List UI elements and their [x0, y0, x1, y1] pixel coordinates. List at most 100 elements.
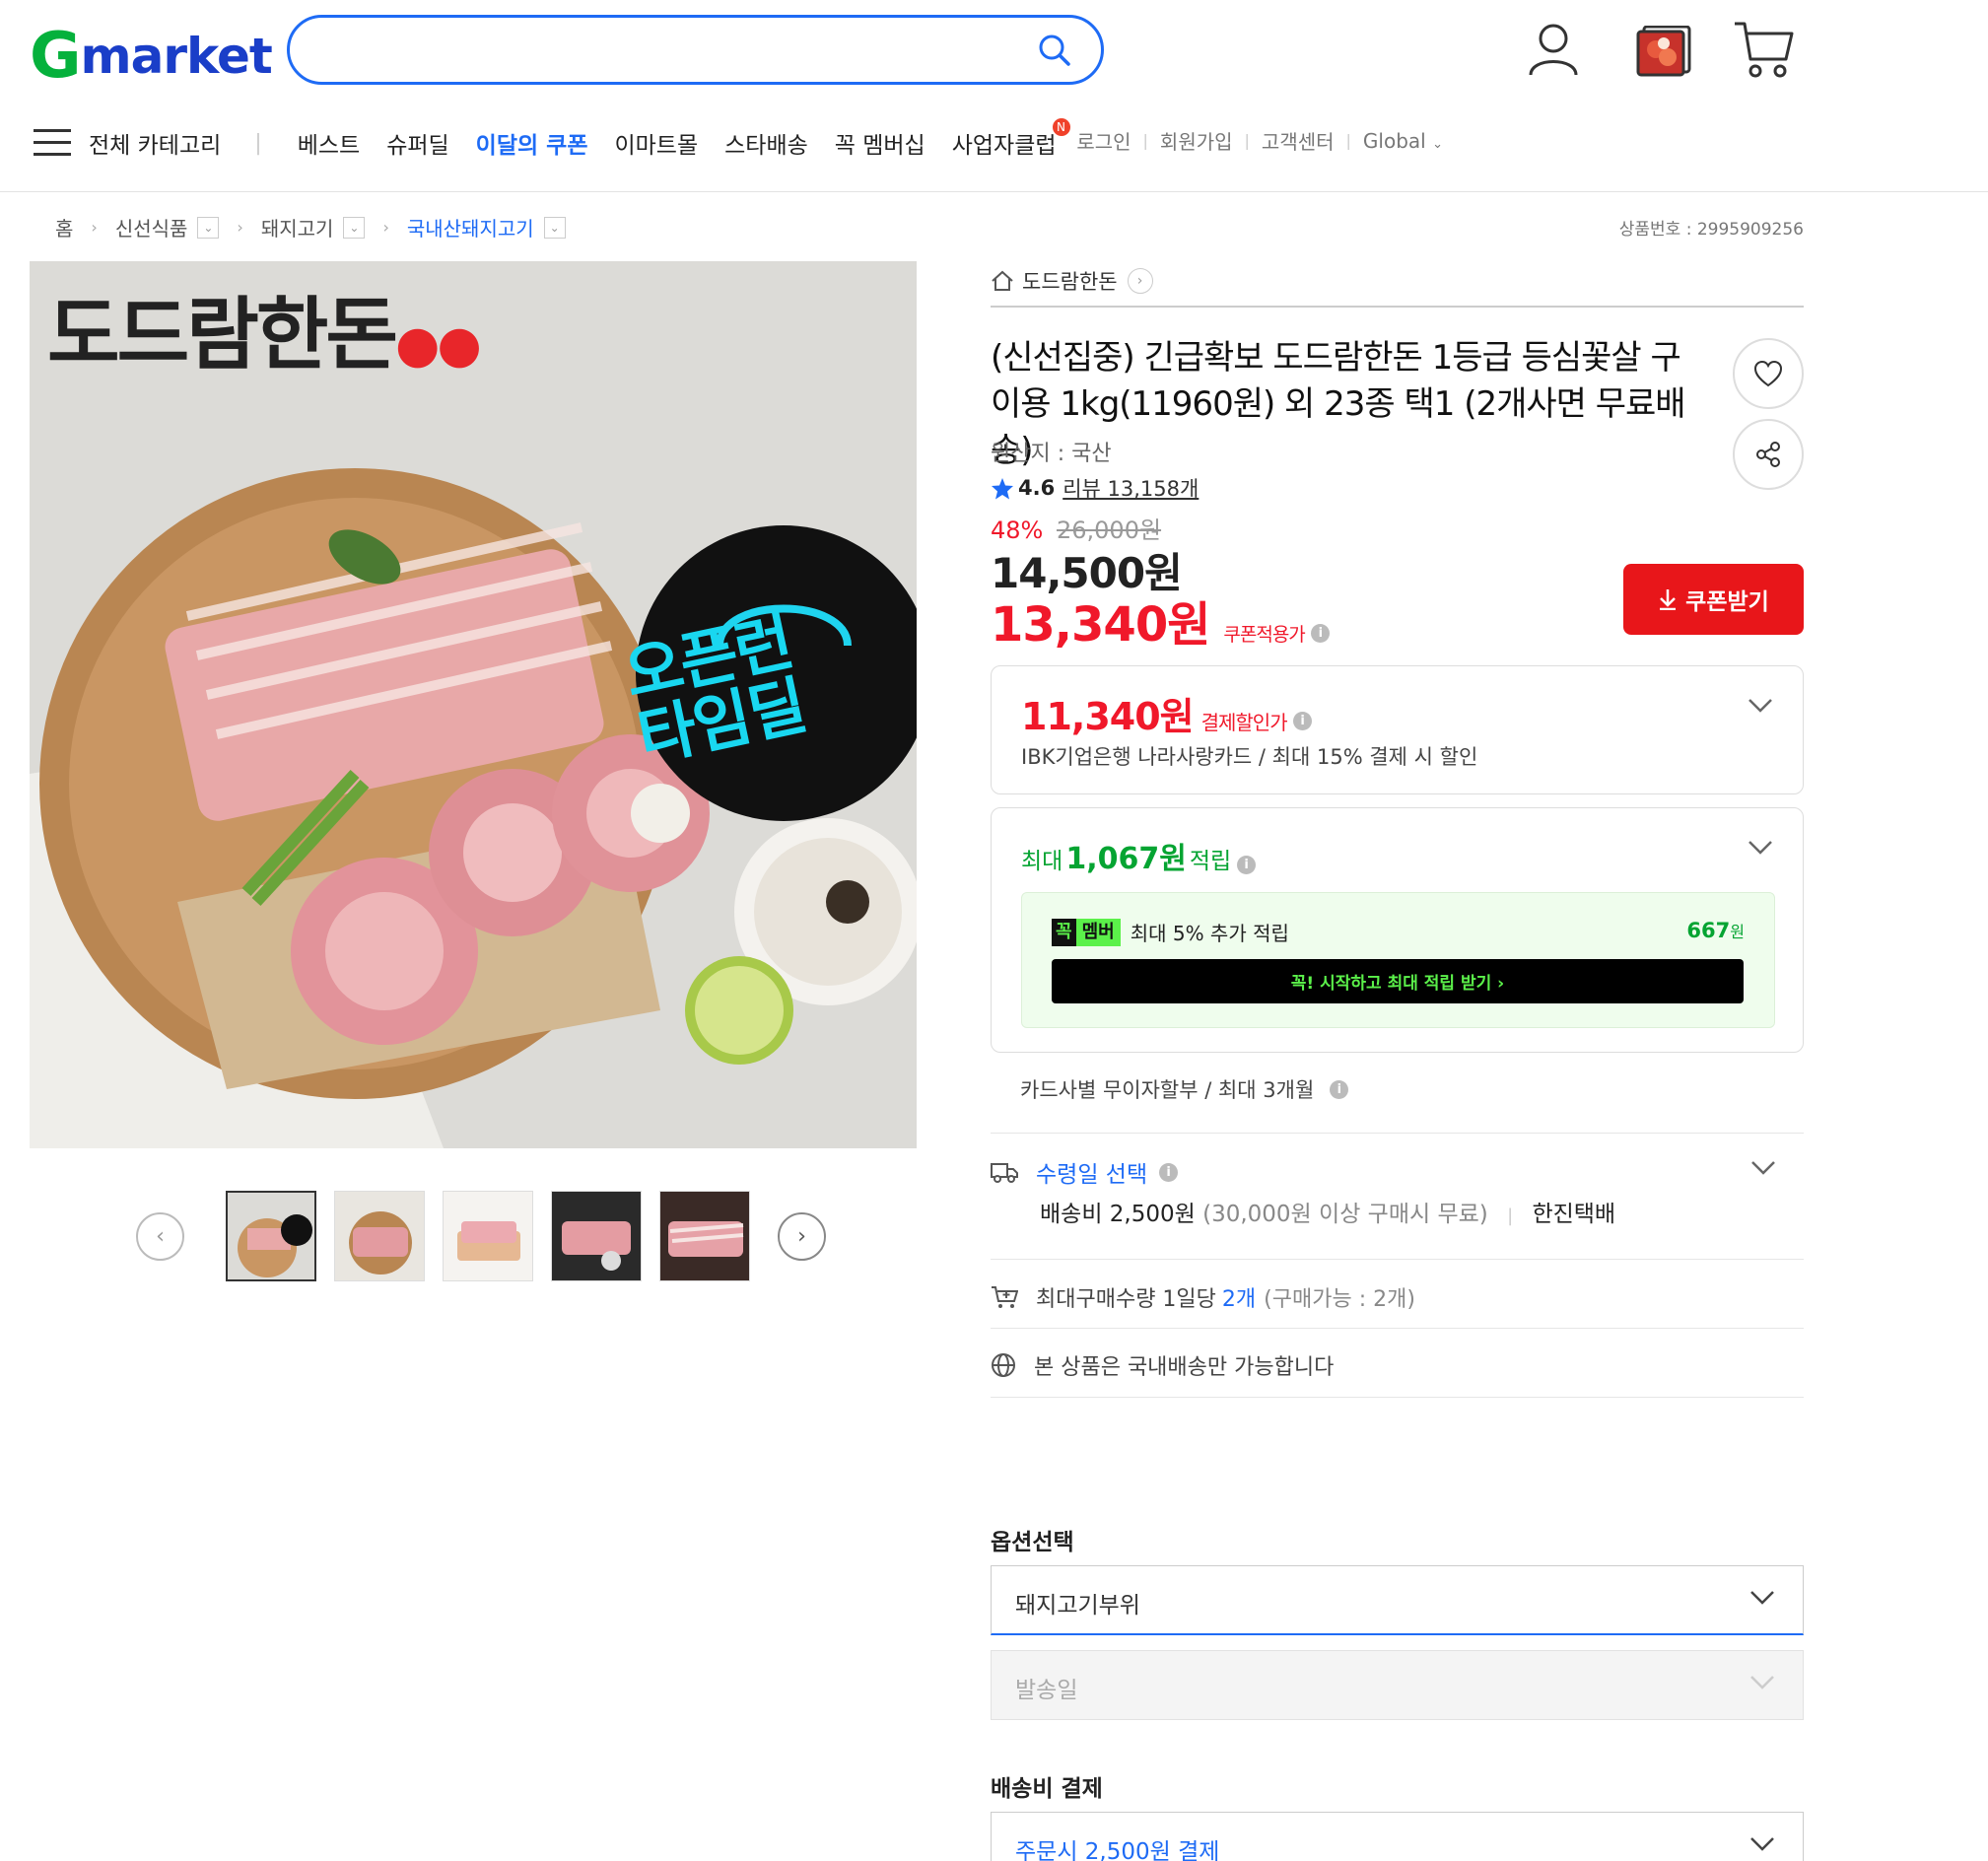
nav-membership[interactable]: 꼭 멤버십: [835, 126, 925, 160]
chevron-down-icon: ⌄: [1432, 136, 1443, 152]
points-prefix: 최대: [1021, 849, 1063, 874]
chevron-down-icon[interactable]: [1750, 1160, 1776, 1176]
next-thumbnail-button[interactable]: ›: [778, 1211, 826, 1261]
seller-row[interactable]: 도드람한돈 ›: [991, 266, 1804, 308]
breadcrumb-dropdown-icon[interactable]: ⌄: [343, 216, 366, 239]
membership-amount-row: 667원: [1686, 919, 1745, 942]
search-box[interactable]: [287, 15, 1104, 85]
pork-part-select[interactable]: 돼지고기부위: [991, 1565, 1804, 1635]
nav-business-club[interactable]: 사업자클럽N: [952, 118, 1070, 160]
chevron-down-icon: [1749, 1836, 1775, 1852]
info-icon[interactable]: i: [1292, 712, 1312, 730]
search-icon[interactable]: [1038, 34, 1071, 67]
breadcrumb-dropdown-icon[interactable]: ⌄: [543, 216, 566, 239]
membership-badge-b: 멤버: [1075, 918, 1121, 946]
prev-thumbnail-button[interactable]: ‹: [136, 1211, 184, 1261]
nav-star-delivery[interactable]: 스타배송: [724, 126, 808, 160]
points-head: 최대 1,067원 적립 i: [1021, 834, 1257, 877]
product-main-image[interactable]: 도드람한돈●● 오픈런 타임딜: [30, 261, 917, 1148]
thumbnail-3[interactable]: [443, 1191, 533, 1281]
seller-name[interactable]: 도드람한돈: [1022, 266, 1118, 296]
chevron-left-icon: ‹: [156, 1223, 165, 1249]
membership-amount-unit: 원: [1730, 923, 1745, 941]
membership-badge-a: 꼭: [1052, 918, 1076, 946]
info-icon[interactable]: i: [1159, 1162, 1179, 1182]
cart-icon[interactable]: [1733, 20, 1794, 79]
share-button[interactable]: [1733, 419, 1804, 490]
globe-icon: [991, 1352, 1016, 1378]
chevron-down-icon: [1749, 1675, 1775, 1690]
info-icon[interactable]: i: [1237, 856, 1257, 874]
info-icon[interactable]: i: [1310, 624, 1330, 643]
nav-monthly-coupon[interactable]: 이달의 쿠폰: [476, 126, 588, 160]
login-link[interactable]: 로그인: [1076, 126, 1131, 155]
purchase-limit-row: 최대구매수량 1일당 2개 (구매가능 : 2개): [991, 1281, 1415, 1313]
gmarket-logo[interactable]: Gmarket: [30, 20, 273, 93]
purchase-limit-qty: 2개: [1221, 1287, 1257, 1312]
search-input[interactable]: [319, 30, 1009, 71]
heart-icon: [1753, 360, 1783, 387]
get-coupon-label: 쿠폰받기: [1685, 588, 1769, 614]
membership-row: 꼭 멤버 최대 5% 추가 적립: [1052, 918, 1289, 946]
shipping-payment-value: 주문시 2,500원 결제: [1015, 1839, 1220, 1861]
ship-date-select-value: 발송일: [1015, 1678, 1078, 1703]
breadcrumb-pork[interactable]: 돼지고기: [261, 213, 334, 241]
select-delivery-date[interactable]: 수령일 선택: [1036, 1155, 1147, 1189]
signup-link[interactable]: 회원가입: [1160, 126, 1233, 155]
global-label: Global: [1362, 128, 1426, 153]
shipping-fee-row: 배송비 2,500원 (30,000원 이상 구매시 무료) | 한진택배: [1040, 1202, 1616, 1227]
delivery-date-row[interactable]: 수령일 선택 i: [991, 1155, 1179, 1189]
membership-cta-button[interactable]: 꼭! 시작하고 최대 적립 받기 ›: [1052, 959, 1744, 1003]
nav-best[interactable]: 베스트: [298, 126, 360, 160]
payment-discount-desc: IBK기업은행 나라사랑카드 / 최대 15% 결제 시 할인: [1021, 745, 1478, 769]
thumbnail-strip: ‹ ›: [136, 1191, 826, 1281]
origin-info: 원산지 : 국산: [991, 442, 1112, 466]
rating-row: 4.6 리뷰 13,158개: [991, 473, 1199, 503]
header-divider: [0, 191, 1988, 192]
hamburger-icon[interactable]: [34, 129, 71, 157]
download-icon: [1658, 588, 1678, 610]
image-brand-text: 도드람한돈●●: [47, 271, 482, 385]
cart-plus-icon: [991, 1285, 1018, 1309]
purchase-available: (구매가능 : 2개): [1264, 1287, 1415, 1312]
star-icon: [991, 477, 1014, 500]
nav-divider: |: [254, 130, 262, 156]
thumbnail-1[interactable]: [226, 1191, 316, 1281]
installment-text: 카드사별 무이자할부 / 최대 3개월: [1020, 1078, 1315, 1102]
chevron-down-icon[interactable]: [1748, 840, 1773, 856]
breadcrumb-fresh[interactable]: 신선식품: [115, 213, 188, 241]
recent-item-icon[interactable]: [1636, 26, 1691, 77]
pork-part-select-value: 돼지고기부위: [1015, 1593, 1140, 1619]
domestic-only-row: 본 상품은 국내배송만 가능합니다: [991, 1349, 1334, 1381]
chevron-right-icon: ›: [237, 218, 243, 237]
chevron-right-icon: ›: [382, 218, 389, 237]
ship-date-select[interactable]: 발송일: [991, 1650, 1804, 1720]
get-coupon-button[interactable]: 쿠폰받기: [1623, 564, 1804, 635]
coupon-price-label: 쿠폰적용가: [1223, 624, 1305, 646]
main-nav: 전체 카테고리 | 베스트 슈퍼딜 이달의 쿠폰 이마트몰 스타배송 꼭 멤버십…: [34, 118, 1070, 163]
thumbnail-4[interactable]: [551, 1191, 642, 1281]
global-link[interactable]: Global ⌄: [1363, 129, 1443, 153]
breadcrumb-dropdown-icon[interactable]: ⌄: [197, 216, 220, 239]
thumbnail-2[interactable]: [334, 1191, 425, 1281]
nav-emart-mall[interactable]: 이마트몰: [614, 126, 698, 160]
thumbnail-5[interactable]: [659, 1191, 750, 1281]
review-link[interactable]: 리뷰 13,158개: [1063, 473, 1199, 503]
breadcrumb-domestic-pork[interactable]: 국내산돼지고기: [407, 213, 534, 241]
shipping-payment-title: 배송비 결제: [991, 1776, 1103, 1802]
all-category-link[interactable]: 전체 카테고리: [89, 126, 221, 160]
utility-links: 로그인 | 회원가입 | 고객센터 | Global ⌄: [1076, 126, 1443, 155]
info-icon[interactable]: i: [1330, 1079, 1349, 1099]
shipping-fee: 배송비 2,500원: [1040, 1202, 1196, 1227]
section-divider: [991, 1397, 1804, 1398]
nav-superdeal[interactable]: 슈퍼딜: [386, 126, 448, 160]
user-icon[interactable]: [1528, 22, 1579, 77]
breadcrumb-home[interactable]: 홈: [55, 213, 73, 241]
wishlist-button[interactable]: [1733, 338, 1804, 409]
free-shipping-condition: (30,000원 이상 구매시 무료): [1202, 1202, 1488, 1227]
coupon-price: 13,340원: [991, 597, 1210, 653]
payment-discount-box[interactable]: 11,340원 결제할인가 i IBK기업은행 나라사랑카드 / 최대 15% 결…: [991, 665, 1804, 794]
chevron-down-icon[interactable]: [1748, 698, 1773, 714]
shipping-payment-select[interactable]: 주문시 2,500원 결제: [991, 1812, 1804, 1861]
customer-center-link[interactable]: 고객센터: [1262, 126, 1335, 155]
